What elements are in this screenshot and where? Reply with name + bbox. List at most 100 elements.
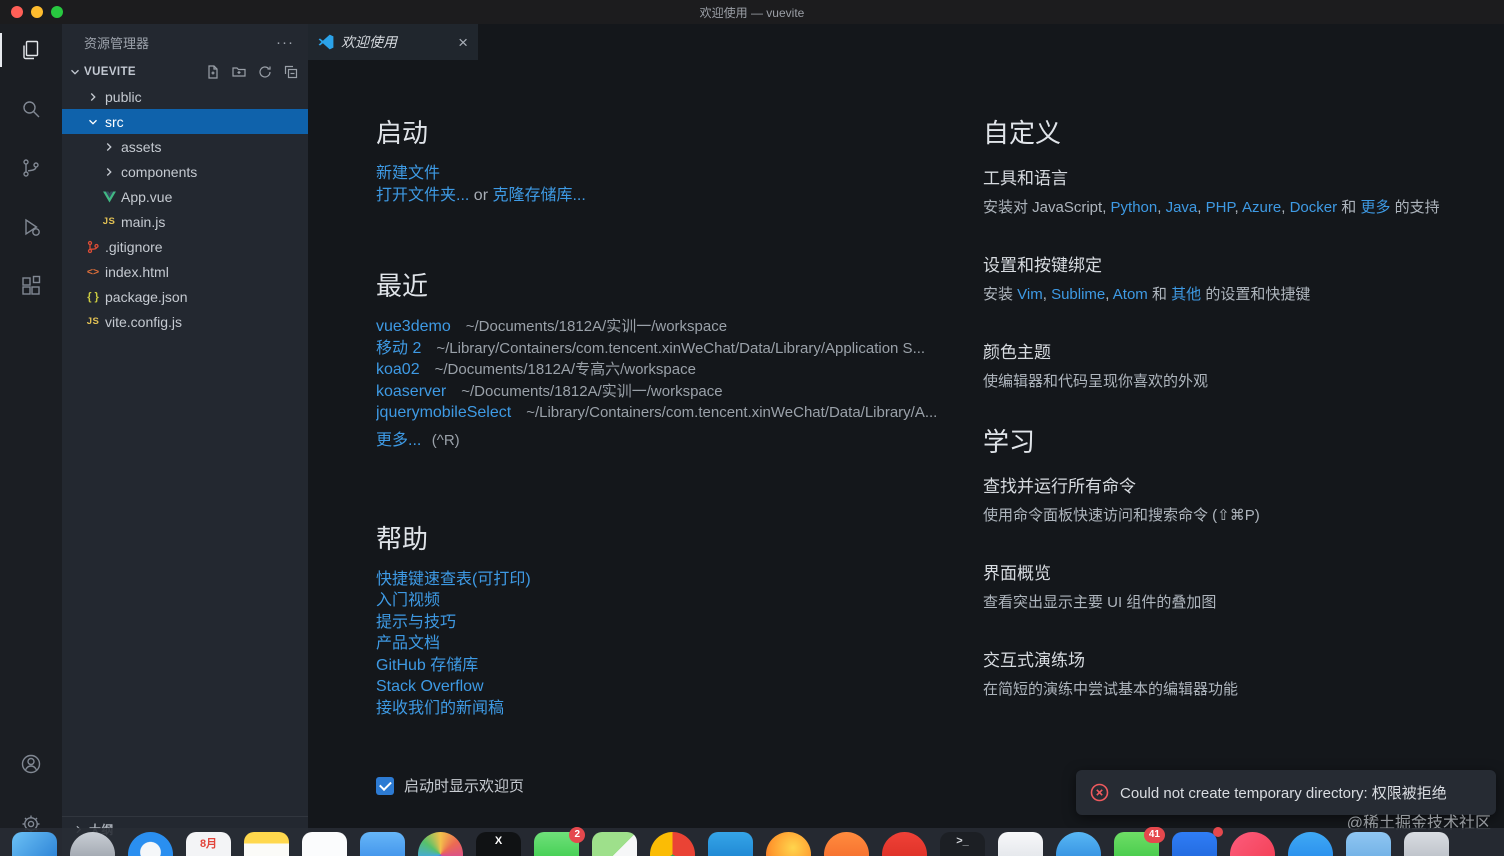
new-folder-icon[interactable] [230, 63, 248, 81]
dock-icon-photos[interactable] [418, 832, 463, 856]
inline-link[interactable]: Sublime [1051, 286, 1105, 303]
tree-item-assets[interactable]: assets [62, 134, 308, 159]
tree-item-components[interactable]: components [62, 159, 308, 184]
extensions-icon [19, 274, 43, 298]
tree-item-package-json[interactable]: { } package.json [62, 284, 308, 309]
dock-icon-mail[interactable] [360, 832, 405, 856]
recent-name-link[interactable]: jquerymobileSelect [376, 402, 511, 424]
close-window-button[interactable] [11, 6, 23, 18]
learn-heading: 学习 [983, 427, 1036, 457]
account-button[interactable] [0, 740, 62, 788]
help-link-newsletter[interactable]: 接收我们的新闻稿 [376, 700, 504, 717]
clone-repo-link[interactable]: 克隆存储库... [492, 187, 585, 204]
tab-label: 欢迎使用 [341, 34, 397, 50]
activity-run-debug-button[interactable] [0, 203, 62, 251]
help-section: 帮助 快捷键速查表(可打印) 入门视频 提示与技巧 产品文档 GitHub 存储… [376, 522, 983, 720]
help-link-tips-tricks[interactable]: 提示与技巧 [376, 614, 456, 631]
inline-link[interactable]: 其他 [1171, 286, 1201, 303]
dock-icon-qq[interactable] [1056, 832, 1101, 856]
dock-icon-reminders[interactable] [302, 832, 347, 856]
minimize-window-button[interactable] [31, 6, 43, 18]
activity-search-button[interactable] [0, 85, 62, 133]
recent-item[interactable]: koa02 ~/Documents/1812A/专高六/workspace [376, 359, 983, 381]
card-settings-keybindings[interactable]: 设置和按键绑定 安装 Vim, Sublime, Atom 和 其他 的设置和快… [983, 251, 1503, 305]
dock-icon-vscode[interactable] [708, 832, 753, 856]
screen: 欢迎使用 — vuevite 资源管理器 ··· VUEVITE public … [0, 0, 1504, 856]
zoom-window-button[interactable] [51, 6, 63, 18]
dock-icon-trash[interactable] [1404, 832, 1449, 856]
window-title: 欢迎使用 — vuevite [699, 5, 805, 20]
inline-link[interactable]: Python [1111, 199, 1158, 216]
explorer-section-vuevite[interactable]: VUEVITE [62, 60, 308, 84]
help-link-product-docs[interactable]: 产品文档 [376, 635, 440, 652]
card-find-run-commands[interactable]: 查找并运行所有命令 使用命令面板快速访问和搜索命令 (⇧⌘P) [983, 472, 1503, 526]
dock-icon-wechat[interactable]: 41 [1114, 827, 1165, 856]
dock-icon-dictionary[interactable] [998, 832, 1043, 856]
help-link-keyboard-cheatsheet[interactable]: 快捷键速查表(可打印) [376, 571, 531, 588]
card-tools-languages[interactable]: 工具和语言 安装对 JavaScript, Python, Java, PHP,… [983, 164, 1503, 218]
more-actions-icon[interactable]: ··· [276, 34, 294, 51]
activity-bar [0, 24, 62, 856]
dock-icon-notes[interactable] [244, 832, 289, 856]
inline-link[interactable]: 更多 [1360, 199, 1390, 216]
dock-icon-postman[interactable] [824, 832, 869, 856]
dock-icon-downloads-folder[interactable] [1346, 832, 1391, 856]
dock-icon-messages[interactable]: 2 [534, 827, 585, 856]
inline-link[interactable]: Vim [1017, 286, 1043, 303]
recent-item[interactable]: jquerymobileSelect ~/Library/Containers/… [376, 402, 983, 424]
dock-icon-system-settings[interactable] [70, 832, 115, 856]
js-file-icon: JS [102, 216, 116, 227]
recent-item[interactable]: koaserver ~/Documents/1812A/实训一/workspac… [376, 381, 983, 403]
card-color-theme[interactable]: 颜色主题 使编辑器和代码呈现你喜欢的外观 [983, 338, 1503, 392]
open-folder-link[interactable]: 打开文件夹... [376, 187, 469, 204]
explorer-sidebar: 资源管理器 ··· VUEVITE public src assets comp… [62, 24, 308, 856]
recent-name-link[interactable]: koa02 [376, 359, 420, 381]
help-link-github-repo[interactable]: GitHub 存储库 [376, 657, 478, 674]
recent-item[interactable]: vue3demo ~/Documents/1812A/实训一/workspace [376, 316, 983, 338]
tree-item-src[interactable]: src [62, 109, 308, 134]
dock-icon-juejin[interactable] [1172, 827, 1223, 856]
tree-item-index-html[interactable]: <> index.html [62, 259, 308, 284]
file-tree: public src assets components App.vue JS … [62, 84, 308, 334]
new-file-link[interactable]: 新建文件 [376, 165, 440, 182]
help-link-stack-overflow[interactable]: Stack Overflow [376, 678, 484, 695]
recent-name-link[interactable]: koaserver [376, 381, 446, 403]
activity-extensions-button[interactable] [0, 262, 62, 310]
dock-icon-maps[interactable] [592, 832, 637, 856]
recent-name-link[interactable]: vue3demo [376, 316, 451, 338]
tree-item-main-js[interactable]: JS main.js [62, 209, 308, 234]
inline-link[interactable]: Atom [1113, 286, 1148, 303]
collapse-all-icon[interactable] [282, 63, 300, 81]
tree-item-gitignore[interactable]: .gitignore [62, 234, 308, 259]
new-file-icon[interactable] [204, 63, 222, 81]
tab-welcome[interactable]: 欢迎使用 × [308, 24, 478, 60]
dock-icon-terminal[interactable]: >_ [940, 832, 985, 856]
dock-icon-safari[interactable] [128, 832, 173, 856]
dock-icon-music[interactable] [1230, 832, 1275, 856]
tree-item-public[interactable]: public [62, 84, 308, 109]
tab-close-icon[interactable]: × [458, 34, 468, 51]
tree-item-vite-config-js[interactable]: JS vite.config.js [62, 309, 308, 334]
card-interactive-playground[interactable]: 交互式演练场 在简短的演练中尝试基本的编辑器功能 [983, 646, 1503, 700]
activity-explorer-button[interactable] [0, 26, 62, 74]
dock-icon-appstore[interactable] [1288, 832, 1333, 856]
dock-icon-netease-music[interactable] [882, 832, 927, 856]
recent-more-link[interactable]: 更多... [376, 432, 421, 449]
tree-item-app-vue[interactable]: App.vue [62, 184, 308, 209]
refresh-icon[interactable] [256, 63, 274, 81]
inline-link[interactable]: PHP [1206, 199, 1235, 216]
dock-icon-firefox[interactable] [766, 832, 811, 856]
dock-icon-chrome[interactable] [650, 832, 695, 856]
inline-link[interactable]: Java [1166, 199, 1198, 216]
recent-item[interactable]: 移动 2 ~/Library/Containers/com.tencent.xi… [376, 338, 983, 360]
recent-name-link[interactable]: 移动 2 [376, 338, 421, 360]
help-link-intro-videos[interactable]: 入门视频 [376, 592, 440, 609]
inline-link[interactable]: Docker [1290, 199, 1338, 216]
dock-icon-finder[interactable] [12, 832, 57, 856]
dock-icon-twitter-x[interactable]: X [476, 832, 521, 856]
dock-icon-calendar[interactable]: 8月 [186, 832, 231, 856]
activity-source-control-button[interactable] [0, 144, 62, 192]
show-welcome-checkbox[interactable] [376, 776, 394, 795]
card-interface-overview[interactable]: 界面概览 查看突出显示主要 UI 组件的叠加图 [983, 559, 1503, 613]
inline-link[interactable]: Azure [1242, 199, 1281, 216]
